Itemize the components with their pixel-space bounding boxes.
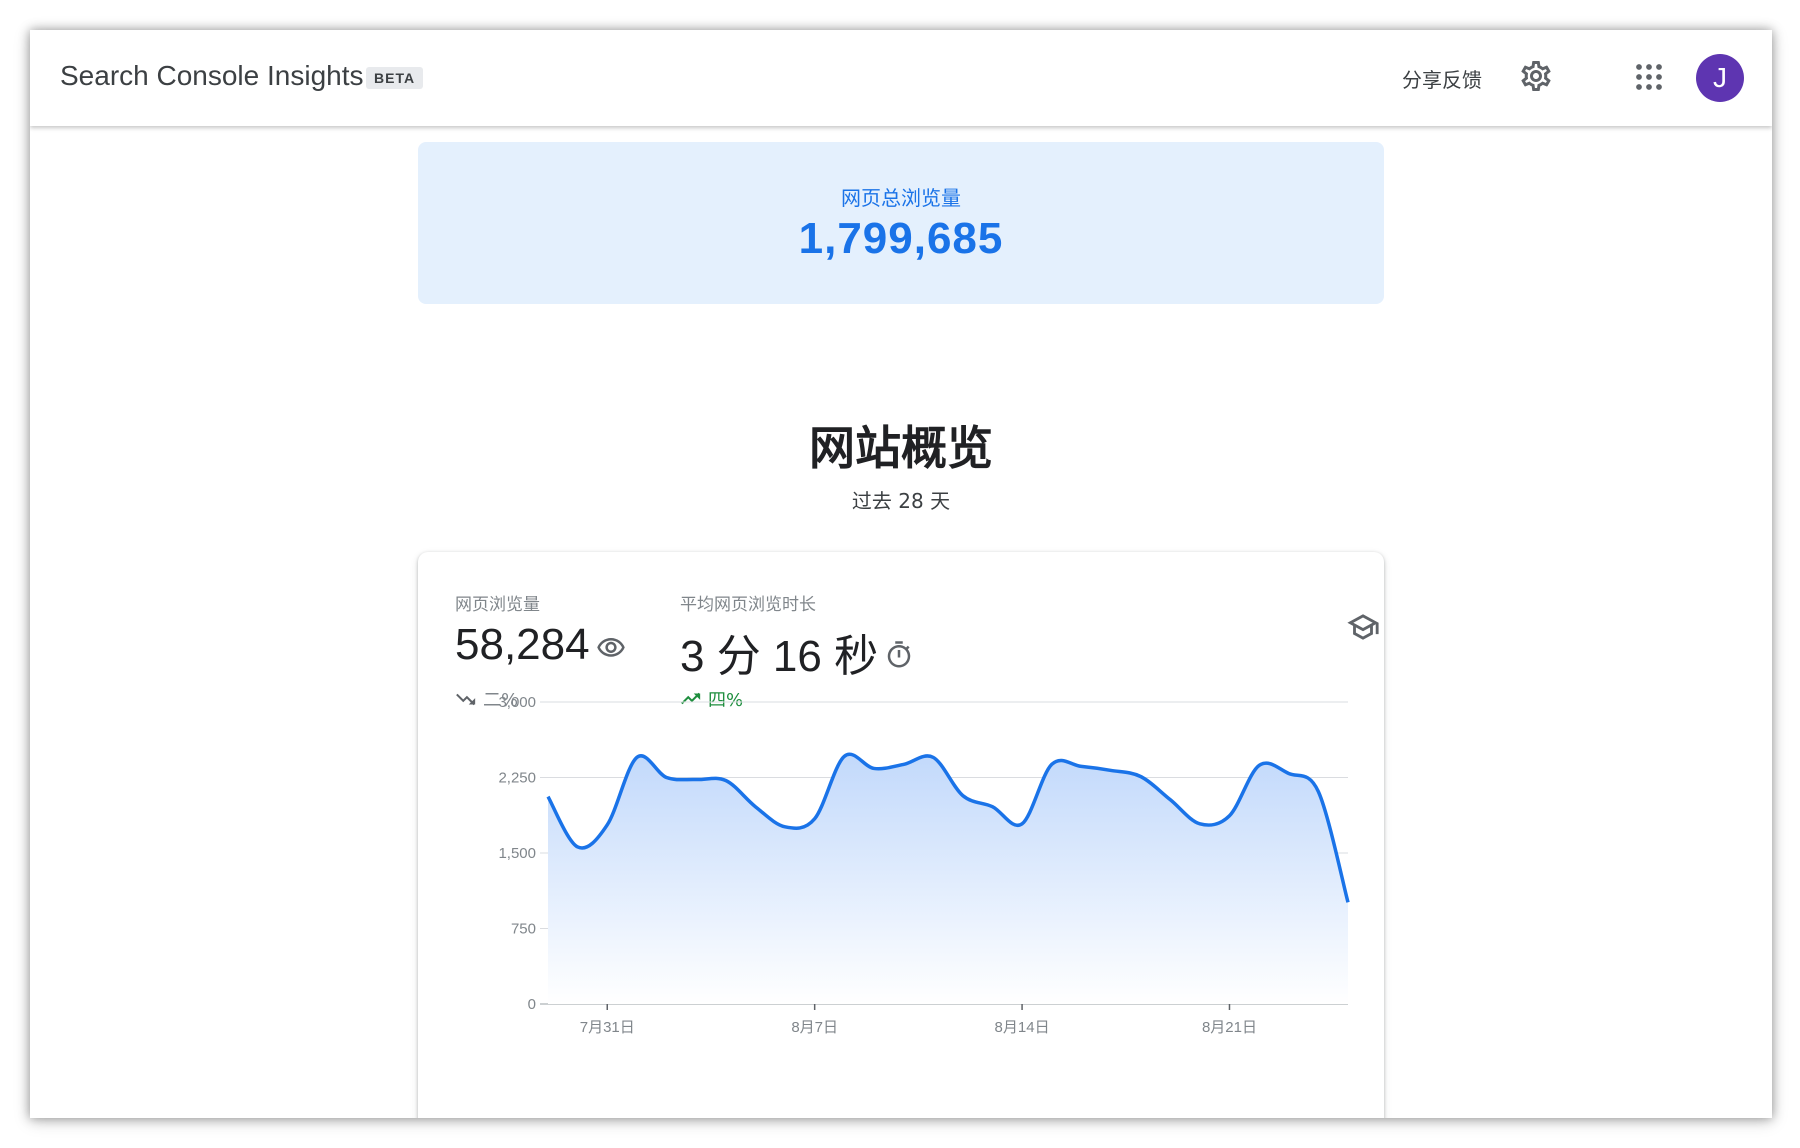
x-tick-label: 8月14日: [995, 1019, 1050, 1036]
share-feedback-button[interactable]: 分享反馈: [1402, 64, 1482, 93]
overview-date-range: 过去 28 天: [851, 489, 951, 513]
total-pageviews-label: 网页总浏览量: [841, 186, 961, 210]
pageviews-area-chart: 0 750 1,500 2,250 3,000 7月31日 8月7日 8月14日 8月21日: [498, 694, 1350, 1036]
app-window: Search Console Insights BETA 分享反馈 J 网页总浏…: [30, 30, 1772, 1118]
y-tick-label: 750: [511, 921, 536, 938]
total-pageviews-banner: 网页总浏览量 1,799,685: [418, 142, 1384, 304]
y-tick-label: 0: [528, 996, 536, 1013]
overview-title: 网站概览: [809, 421, 993, 475]
x-tick-label: 8月7日: [791, 1019, 838, 1036]
x-tick-label: 7月31日: [580, 1019, 635, 1036]
beta-badge: BETA: [366, 67, 424, 89]
top-app-bar: Search Console Insights BETA 分享反馈 J: [30, 30, 1772, 126]
y-tick-label: 2,250: [498, 770, 536, 787]
y-tick-label: 1,500: [498, 845, 536, 862]
series-area: [548, 754, 1348, 1004]
app-title[interactable]: Search Console Insights: [60, 60, 364, 92]
apps-grid-icon[interactable]: [1634, 62, 1664, 92]
settings-gear-icon[interactable]: [1518, 58, 1554, 94]
overview-card: 网页浏览量 58,284 二% 平均网页浏览时长 3 分 16 秒 四% 0 7…: [418, 552, 1384, 1118]
y-tick-label: 3,000: [498, 694, 536, 711]
x-tick-label: 8月21日: [1202, 1019, 1257, 1036]
account-avatar[interactable]: J: [1696, 54, 1744, 102]
total-pageviews-value: 1,799,685: [798, 214, 1004, 263]
